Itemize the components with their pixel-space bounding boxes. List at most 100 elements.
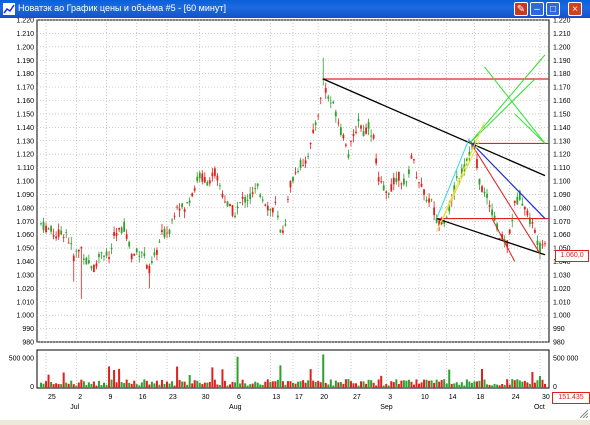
maximize-button[interactable]: □ [546, 2, 560, 16]
volume-bar [324, 382, 327, 388]
candle-body [362, 131, 365, 137]
volume-bar [221, 369, 224, 388]
price-tick-right: 1.100 [553, 179, 571, 186]
candle-body [327, 96, 330, 99]
volume-bar [198, 382, 201, 388]
candle-body [198, 172, 201, 179]
volume-bar [322, 354, 325, 388]
candle-body [365, 127, 367, 134]
price-chart-svg[interactable]: 1.220 1.220 1.210 1.210 1.200 1.200 1.190 1.190… [0, 18, 590, 420]
candle-body [294, 172, 297, 174]
volume-bar [521, 381, 524, 388]
candle-body [113, 232, 115, 236]
volume-bar [271, 381, 274, 388]
candle-body [118, 227, 121, 230]
volume-bar [516, 379, 519, 388]
price-tick-right: 1.070 [553, 219, 571, 226]
candle-body [221, 193, 224, 198]
volume-bar [251, 383, 254, 388]
volume-bar [135, 384, 138, 388]
candle-body [382, 185, 385, 191]
price-tick-right: 1.190 [553, 58, 571, 65]
volume-bar [541, 379, 544, 388]
volume-bar [314, 381, 317, 388]
candle-body [87, 260, 90, 264]
candle-body [110, 248, 113, 249]
volume-bar [460, 382, 463, 388]
candle-body [115, 233, 118, 236]
volume-bar [191, 383, 194, 388]
volume-bar [438, 381, 441, 388]
price-tick-left: 1.070 [16, 219, 34, 226]
candle-body [216, 175, 219, 181]
candle-body [203, 177, 206, 183]
pin-button[interactable]: ✎ [514, 2, 528, 16]
volume-bar [400, 380, 403, 388]
volume-bar [87, 382, 90, 388]
volume-bar [367, 379, 370, 388]
date-tick-label: 20 [320, 394, 328, 401]
price-tick-left: 1.220 [16, 18, 34, 25]
month-label: Aug [229, 404, 242, 411]
candle-body [166, 232, 168, 234]
price-tick-right: 1.170 [553, 85, 571, 92]
volume-bar [443, 379, 446, 388]
candle-body [274, 202, 277, 203]
volume-bar [125, 379, 128, 388]
close-button[interactable]: × [568, 2, 582, 16]
volume-bar [100, 385, 103, 388]
volume-bar [108, 366, 111, 388]
candle-body [52, 235, 55, 237]
date-tick-label: 18 [476, 394, 484, 401]
title-bar[interactable]: Новатэк ао График цены и объёма #5 - [60… [0, 0, 590, 18]
price-tick-left: 1.000 [16, 313, 34, 320]
candle-body [400, 183, 403, 185]
candle-body [511, 220, 514, 221]
candle-body [476, 159, 478, 169]
volume-bar [138, 385, 141, 388]
candle-body [211, 172, 214, 177]
candle-body [224, 201, 226, 203]
volume-bar [254, 381, 257, 388]
volume-bar [42, 383, 45, 388]
candle-body [324, 88, 327, 93]
candle-body [455, 176, 458, 178]
volume-tick-zero-right: 0 [553, 384, 557, 391]
candle-body [304, 160, 307, 164]
candle-body [397, 171, 400, 181]
window-title: Новатэк ао График цены и объёма #5 - [60… [18, 3, 226, 13]
candle-body [355, 131, 357, 133]
volume-bar [526, 382, 529, 388]
volume-bar [236, 356, 239, 388]
price-tick-left: 1.060 [16, 232, 34, 239]
candle-body [261, 199, 264, 201]
date-tick-label: 6 [237, 394, 241, 401]
volume-bar [385, 384, 388, 388]
minimize-button[interactable]: – [530, 2, 544, 16]
candle-body [408, 169, 410, 175]
price-tick-left: 1.030 [16, 272, 34, 279]
volume-bar [382, 385, 385, 388]
volume-bar [186, 384, 189, 388]
volume-bar [70, 380, 73, 388]
price-tick-right: 1.080 [553, 205, 571, 212]
chart-area[interactable]: 1.220 1.220 1.210 1.210 1.200 1.200 1.190 1.190… [0, 18, 590, 420]
date-tick-label: 24 [512, 394, 520, 401]
volume-bar [163, 383, 166, 388]
candle-body [339, 127, 342, 135]
price-tick-left: 1.210 [16, 31, 34, 38]
candle-body [410, 155, 413, 159]
volume-bar [465, 379, 468, 388]
volume-bar [103, 382, 105, 388]
candle-body [40, 223, 42, 225]
price-tick-left: 1.100 [16, 179, 34, 186]
candle-body [93, 265, 95, 273]
resize-grip-icon[interactable] [578, 408, 588, 418]
volume-bar [312, 380, 315, 388]
candle-body [191, 193, 194, 197]
candle-body [140, 252, 143, 254]
volume-bar [355, 383, 357, 388]
volume-bar [332, 385, 335, 388]
volume-bar [216, 384, 219, 388]
candle-body [143, 253, 146, 257]
